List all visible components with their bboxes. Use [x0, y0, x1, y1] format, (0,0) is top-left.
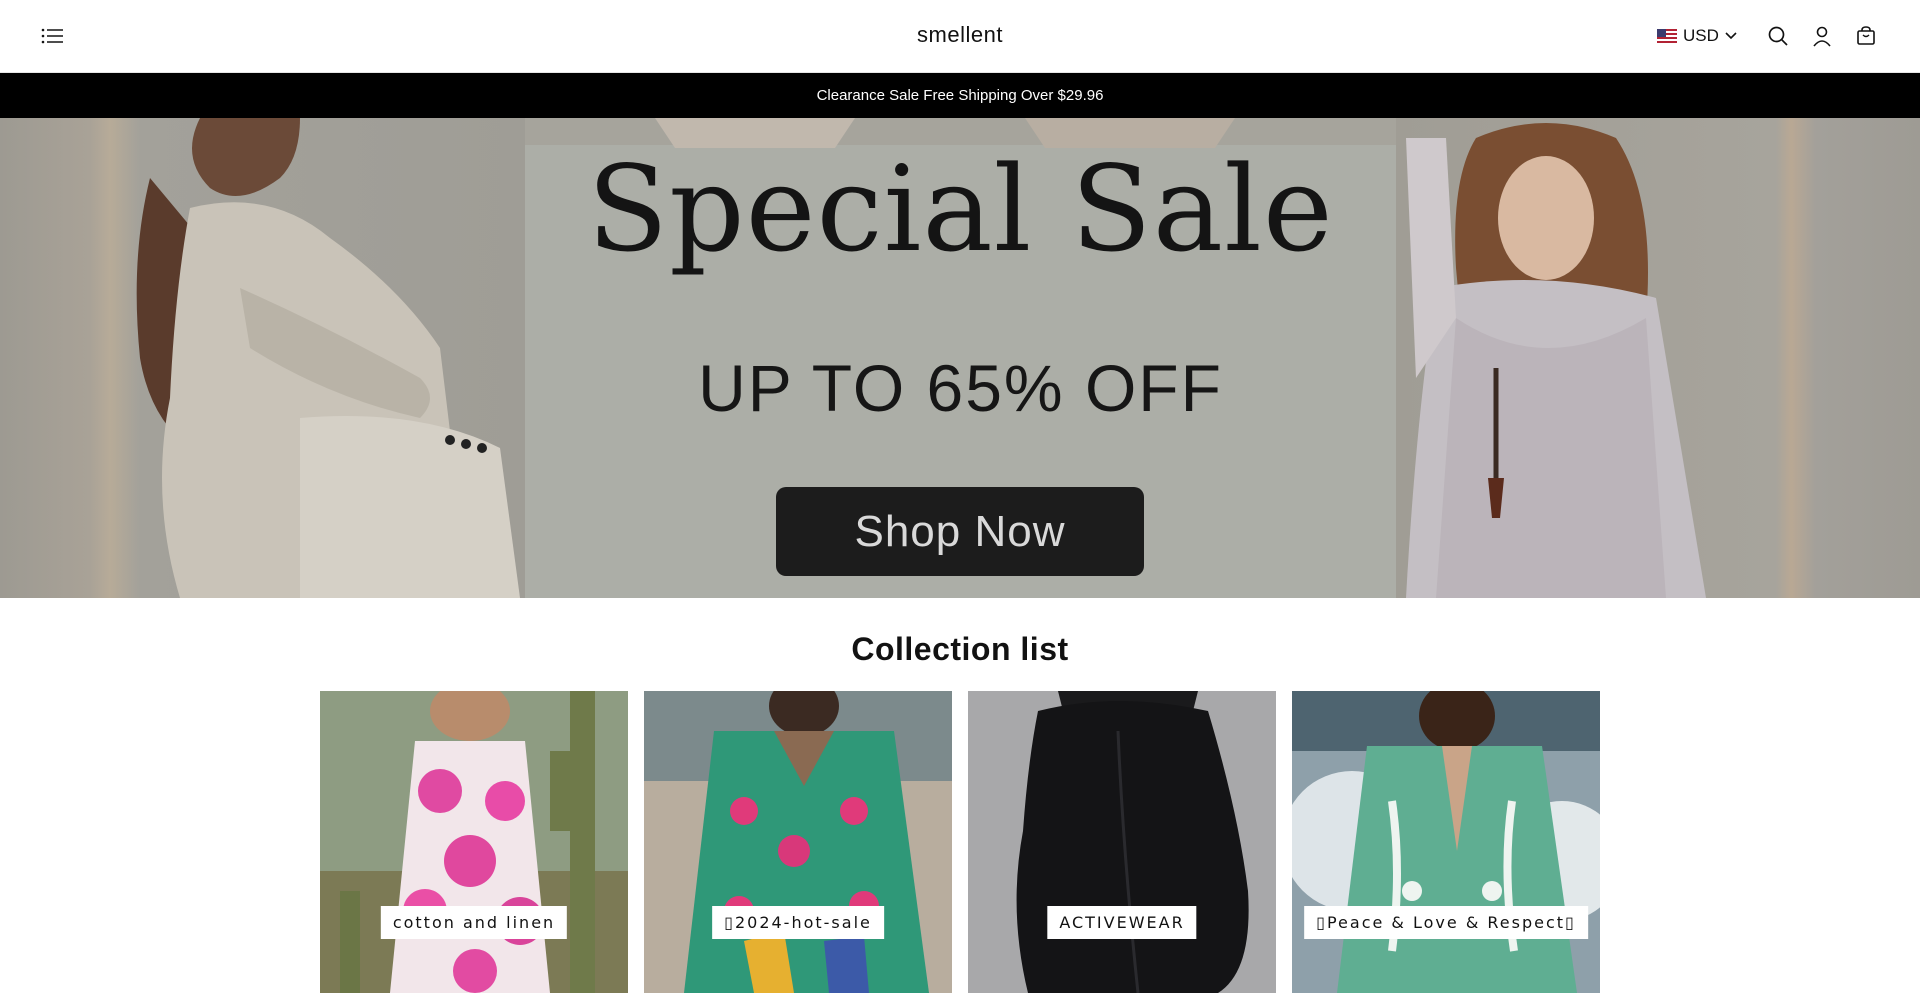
collection-image: [1292, 691, 1600, 993]
brand-logo[interactable]: smellent: [917, 22, 1003, 47]
collection-card-2024-hot-sale[interactable]: ▯2024-hot-sale: [644, 691, 952, 993]
hero-banner[interactable]: Special Sale UP TO 65% OFF Shop Now: [0, 118, 1920, 598]
chevron-down-icon: [1725, 32, 1737, 40]
site-header: smellent USD: [0, 0, 1920, 73]
hero-subtitle: UP TO 65% OFF: [698, 351, 1223, 425]
us-flag-icon: [1657, 29, 1677, 43]
announcement-bar: Clearance Sale Free Shipping Over $29.96: [0, 73, 1920, 118]
shop-now-button[interactable]: Shop Now: [776, 487, 1144, 576]
search-icon[interactable]: [1765, 23, 1791, 49]
collection-label: ▯2024-hot-sale: [712, 906, 884, 939]
hero-left-photo: [0, 118, 525, 598]
hero-right-photo: [1396, 118, 1920, 598]
hero-title: Special Sale: [587, 140, 1334, 278]
brand-logo-wrap: smellent: [0, 22, 1920, 48]
collection-card-cotton-and-linen[interactable]: cotton and linen: [320, 691, 628, 993]
collection-image: [968, 691, 1276, 993]
account-icon[interactable]: [1809, 23, 1835, 49]
currency-selector[interactable]: USD: [1657, 25, 1737, 47]
collection-label: cotton and linen: [380, 906, 568, 939]
collection-list-title: Collection list: [851, 631, 1069, 667]
collection-image: [320, 691, 628, 993]
collection-image: [644, 691, 952, 993]
bag-icon[interactable]: [1853, 23, 1879, 49]
collection-label: ▯Peace & Love & Respect▯: [1304, 906, 1588, 939]
hamburger-icon[interactable]: [40, 24, 66, 48]
announcement-text: Clearance Sale Free Shipping Over $29.96: [816, 87, 1104, 104]
collection-card-activewear[interactable]: ACTIVEWEAR: [968, 691, 1276, 993]
collection-label: ACTIVEWEAR: [1047, 906, 1197, 939]
currency-label: USD: [1683, 26, 1719, 45]
collection-card-peace-love-respect[interactable]: ▯Peace & Love & Respect▯: [1292, 691, 1600, 993]
